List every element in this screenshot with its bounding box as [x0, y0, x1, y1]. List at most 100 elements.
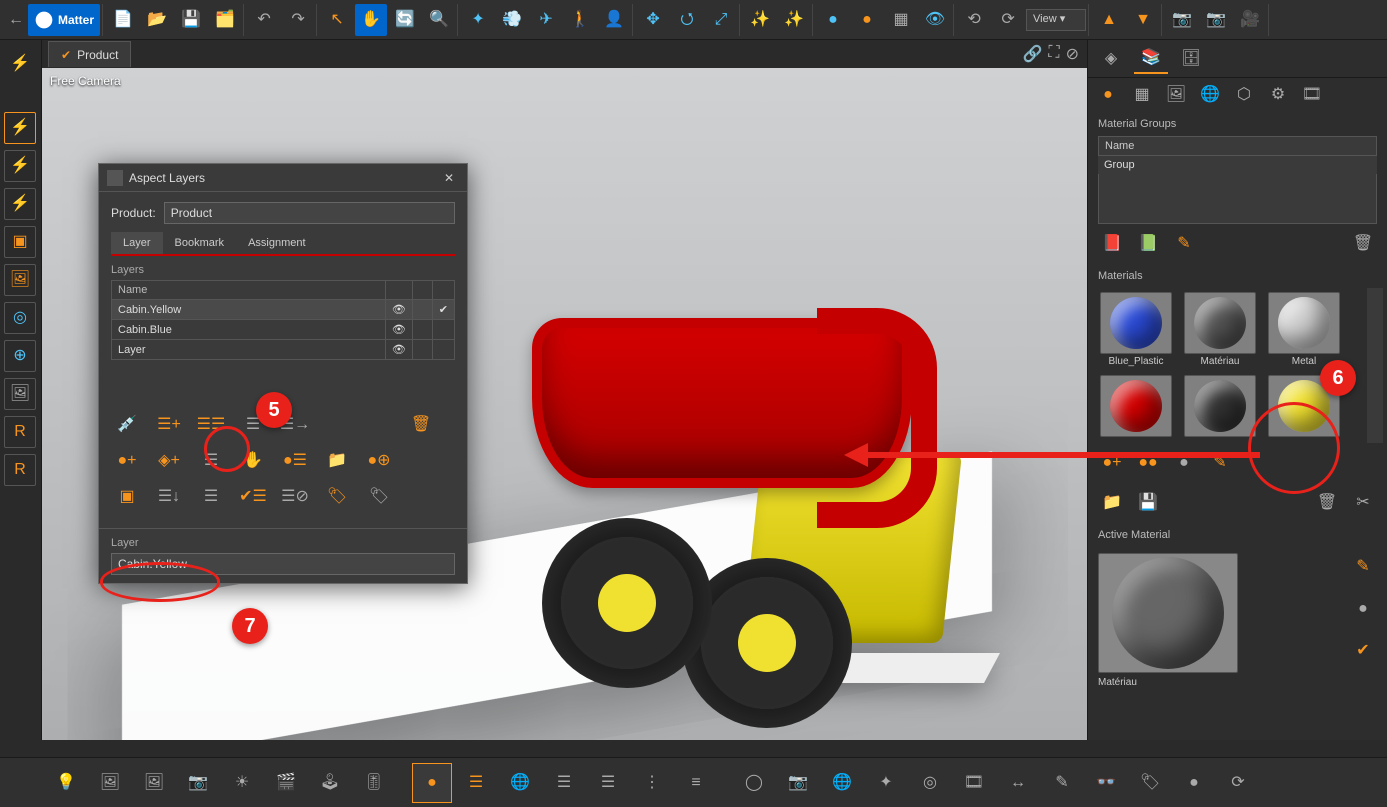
up-btn[interactable]: ▲: [1093, 4, 1125, 36]
bb-pen-btn[interactable]: ✎: [1042, 763, 1082, 803]
image-icon[interactable]: 🖼: [1162, 81, 1190, 109]
bb-opt1-btn[interactable]: ⋮: [632, 763, 672, 803]
diamond-plus-btn[interactable]: ◈+: [153, 446, 185, 476]
tag-btn[interactable]: 🏷: [321, 482, 353, 512]
save-mat-btn[interactable]: 💾: [1134, 489, 1162, 517]
zoom-tool[interactable]: 🔍: [423, 4, 455, 36]
cut-mat-btn[interactable]: ✂: [1349, 489, 1377, 517]
ball-layers-btn[interactable]: ●☰: [279, 446, 311, 476]
view-dropdown[interactable]: View ▾: [1026, 9, 1086, 31]
new-file-btn[interactable]: 📄: [107, 4, 139, 36]
gear-icon[interactable]: ⚙: [1264, 81, 1292, 109]
materials-scrollbar[interactable]: [1367, 288, 1383, 443]
scatter-tool[interactable]: ✦: [462, 4, 494, 36]
delete-mat-btn[interactable]: 🗑: [1313, 489, 1341, 517]
product-input[interactable]: [164, 202, 455, 224]
material-ball-icon[interactable]: ●: [1094, 81, 1122, 109]
close-tab-icon[interactable]: ⊘: [1066, 44, 1079, 64]
bb-material-btn[interactable]: ●: [412, 763, 452, 803]
bb-refresh-btn[interactable]: ⟳: [1218, 763, 1258, 803]
tab-layer[interactable]: Layer: [111, 232, 163, 254]
material-swatch[interactable]: [1098, 375, 1174, 439]
refresh2-btn[interactable]: ⟳: [992, 4, 1024, 36]
product-tab[interactable]: ✔ Product: [48, 41, 131, 67]
walk-tool[interactable]: 🚶: [564, 4, 596, 36]
bb-star-btn[interactable]: ✦: [866, 763, 906, 803]
eye-btn[interactable]: 👁: [919, 4, 951, 36]
hide-layers-btn[interactable]: ☰⊘: [279, 482, 311, 512]
delete-layer-btn[interactable]: 🗑: [405, 410, 437, 440]
bb-tag-btn[interactable]: 🏷: [1130, 763, 1170, 803]
edit-lib-btn[interactable]: ✎: [1170, 230, 1198, 258]
active-ball-btn[interactable]: ●: [1349, 595, 1377, 623]
dropper-btn[interactable]: 💉: [111, 410, 143, 440]
material-swatch[interactable]: Matériau: [1182, 292, 1258, 367]
person-tool[interactable]: 👤: [598, 4, 630, 36]
bb-lens-btn[interactable]: 📷: [778, 763, 818, 803]
rp-tab-shader[interactable]: ◈: [1094, 44, 1128, 74]
pan-tool[interactable]: ✋: [355, 4, 387, 36]
material-swatch[interactable]: Blue_Plastic: [1098, 292, 1174, 367]
lightning-btn[interactable]: ⚡: [4, 48, 36, 80]
link-icon[interactable]: 🔗: [1022, 44, 1042, 64]
bb-ball-btn[interactable]: ●: [1174, 763, 1214, 803]
rotate-gizmo[interactable]: ⭯: [671, 4, 703, 36]
save-btn[interactable]: 💾: [175, 4, 207, 36]
cam2-btn[interactable]: 📷: [1200, 4, 1232, 36]
picture-btn[interactable]: 🖼: [4, 264, 36, 296]
ball2-btn[interactable]: ●: [851, 4, 883, 36]
bb-cam-btn[interactable]: 📷: [178, 763, 218, 803]
material-swatch[interactable]: [1182, 375, 1258, 439]
layer-row[interactable]: Cabin.Yellow👁✔: [112, 300, 455, 320]
material-swatch[interactable]: Metal: [1266, 292, 1342, 367]
bb-film-btn[interactable]: 🎞: [954, 763, 994, 803]
group-item[interactable]: Group: [1098, 156, 1377, 174]
rp-tab-library[interactable]: 📚: [1134, 44, 1168, 74]
layer-row[interactable]: Cabin.Blue👁: [112, 320, 455, 340]
save-all-btn[interactable]: 🗂️: [209, 4, 241, 36]
bb-layers3-btn[interactable]: ☰: [588, 763, 628, 803]
lightning-filter-btn[interactable]: ⚡: [4, 150, 36, 182]
lightning-fx-btn[interactable]: ⚡: [4, 188, 36, 220]
delete-group-btn[interactable]: 🗑: [1349, 230, 1377, 258]
down-layers-btn[interactable]: ☰↓: [153, 482, 185, 512]
frame-btn[interactable]: ▣: [4, 226, 36, 258]
select-tool[interactable]: ↖: [321, 4, 353, 36]
new-folder-btn[interactable]: 📁: [1098, 489, 1126, 517]
dialog-close-btn[interactable]: ✕: [439, 168, 459, 188]
bb-img1-btn[interactable]: 🖼: [90, 763, 130, 803]
cam3-btn[interactable]: 🎥: [1234, 4, 1266, 36]
wire-btn[interactable]: ▦: [885, 4, 917, 36]
fx2-btn[interactable]: ✨: [778, 4, 810, 36]
active-edit-btn[interactable]: ✎: [1349, 553, 1377, 581]
ball-add-btn[interactable]: ●⊕: [363, 446, 395, 476]
bb-target-btn[interactable]: ◎: [910, 763, 950, 803]
orbit-tool[interactable]: 🔄: [389, 4, 421, 36]
bb-opt2-btn[interactable]: ≡: [676, 763, 716, 803]
ball-plus-btn[interactable]: ●+: [111, 446, 143, 476]
target-plus-btn[interactable]: ⊕: [4, 340, 36, 372]
bb-joy-btn[interactable]: 🕹: [310, 763, 350, 803]
bb-globe2-btn[interactable]: 🌐: [822, 763, 862, 803]
bb-measure-btn[interactable]: ↔: [998, 763, 1038, 803]
cam1-btn[interactable]: 📷: [1166, 4, 1198, 36]
new-lib-btn[interactable]: 📕: [1098, 230, 1126, 258]
bb-img2-btn[interactable]: 🖼: [134, 763, 174, 803]
bb-globe1-btn[interactable]: 🌐: [500, 763, 540, 803]
tab-assignment[interactable]: Assignment: [236, 232, 317, 254]
globe-icon[interactable]: 🌐: [1196, 81, 1224, 109]
ball1-btn[interactable]: ●: [817, 4, 849, 36]
r-box-dash-btn[interactable]: R: [4, 454, 36, 486]
plane-tool[interactable]: ✈: [530, 4, 562, 36]
refresh1-btn[interactable]: ⟲: [958, 4, 990, 36]
expand-icon[interactable]: ⛶: [1048, 44, 1059, 64]
r-box-btn[interactable]: R: [4, 416, 36, 448]
bb-layers-btn[interactable]: ☰: [456, 763, 496, 803]
bb-sphere-btn[interactable]: ◯: [734, 763, 774, 803]
toy-truck-model[interactable]: [522, 258, 982, 718]
target-btn[interactable]: ◎: [4, 302, 36, 334]
bb-sun-btn[interactable]: ☀: [222, 763, 262, 803]
move-gizmo[interactable]: ✥: [637, 4, 669, 36]
film-icon[interactable]: 🎞: [1298, 81, 1326, 109]
folder-plus-btn[interactable]: 📁: [321, 446, 353, 476]
